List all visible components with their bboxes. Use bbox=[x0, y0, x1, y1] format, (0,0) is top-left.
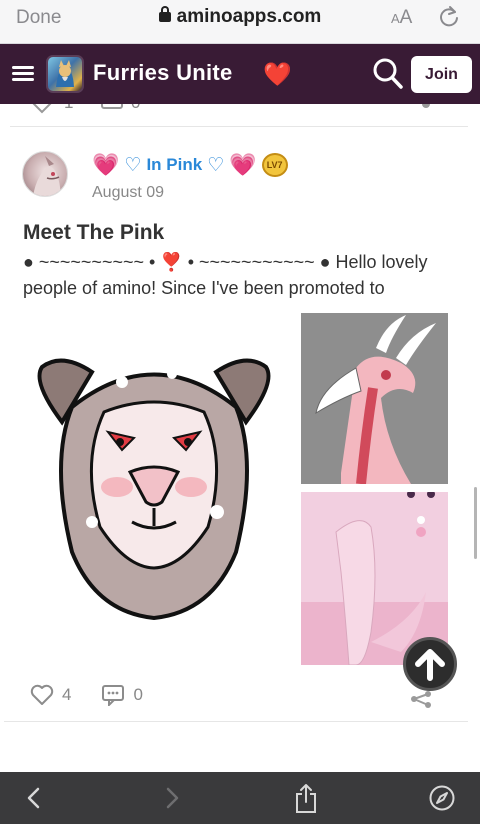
community-title: Furries Unite bbox=[93, 60, 233, 85]
url-text: aminoapps.com bbox=[176, 6, 322, 27]
search-icon[interactable] bbox=[373, 57, 403, 89]
level-badge: LV7 bbox=[261, 153, 288, 177]
comment-icon[interactable] bbox=[100, 104, 124, 114]
divider bbox=[10, 126, 468, 127]
heart-outline-icon[interactable] bbox=[30, 684, 54, 706]
pink-heart-emoji: 💗 bbox=[92, 152, 120, 177]
lock-icon bbox=[158, 6, 171, 22]
browser-top-bar: Done aminoapps.com AA bbox=[0, 0, 480, 44]
comment-count: 0 bbox=[133, 685, 143, 704]
like-count: 4 bbox=[62, 685, 72, 704]
share-icon[interactable] bbox=[416, 104, 436, 114]
post-date: August 09 bbox=[92, 184, 165, 201]
hamburger-icon[interactable] bbox=[12, 66, 34, 82]
post-actions: 4 0 bbox=[30, 682, 143, 708]
heart-outline-icon[interactable] bbox=[30, 104, 54, 114]
community-header: Furries Unite ❤️ Join bbox=[0, 44, 480, 104]
forward-icon[interactable] bbox=[162, 786, 182, 810]
join-button[interactable]: Join bbox=[411, 56, 472, 93]
author-name-row[interactable]: 💗 ♡ In Pink ♡ 💗 LV7 bbox=[92, 150, 288, 180]
share-sheet-icon[interactable] bbox=[294, 782, 318, 814]
reload-icon[interactable] bbox=[436, 4, 462, 30]
post-excerpt[interactable]: ● ~~~~~~~~~~ • ❣️ • ~~~~~~~~~~~ ● Hello … bbox=[23, 249, 463, 301]
compass-icon[interactable] bbox=[428, 784, 456, 812]
browser-bottom-toolbar bbox=[0, 772, 480, 824]
community-logo[interactable] bbox=[46, 55, 84, 93]
scrollbar[interactable] bbox=[474, 487, 477, 559]
divider bbox=[4, 721, 468, 722]
post-image-lion[interactable] bbox=[22, 312, 286, 664]
post-image-dragon[interactable] bbox=[301, 313, 448, 484]
outline-heart-emoji: ♡ bbox=[207, 154, 225, 176]
post-title[interactable]: Meet The Pink bbox=[23, 221, 164, 245]
comment-icon[interactable] bbox=[101, 684, 125, 706]
scroll-to-top-button[interactable] bbox=[403, 637, 457, 691]
back-icon[interactable] bbox=[24, 786, 44, 810]
arrow-up-icon bbox=[415, 649, 445, 681]
title-heart-emoji: ❤️ bbox=[263, 61, 292, 87]
previous-like-count: 1 bbox=[64, 104, 73, 113]
author-avatar[interactable] bbox=[22, 151, 68, 197]
outline-heart-emoji: ♡ bbox=[124, 154, 142, 176]
text-size-button[interactable]: AA bbox=[391, 7, 412, 29]
previous-comment-count: 0 bbox=[131, 104, 140, 113]
pink-heart-emoji: 💗 bbox=[229, 152, 257, 177]
author-name[interactable]: In Pink bbox=[146, 155, 202, 175]
previous-post-footer: 1 0 bbox=[0, 104, 480, 128]
